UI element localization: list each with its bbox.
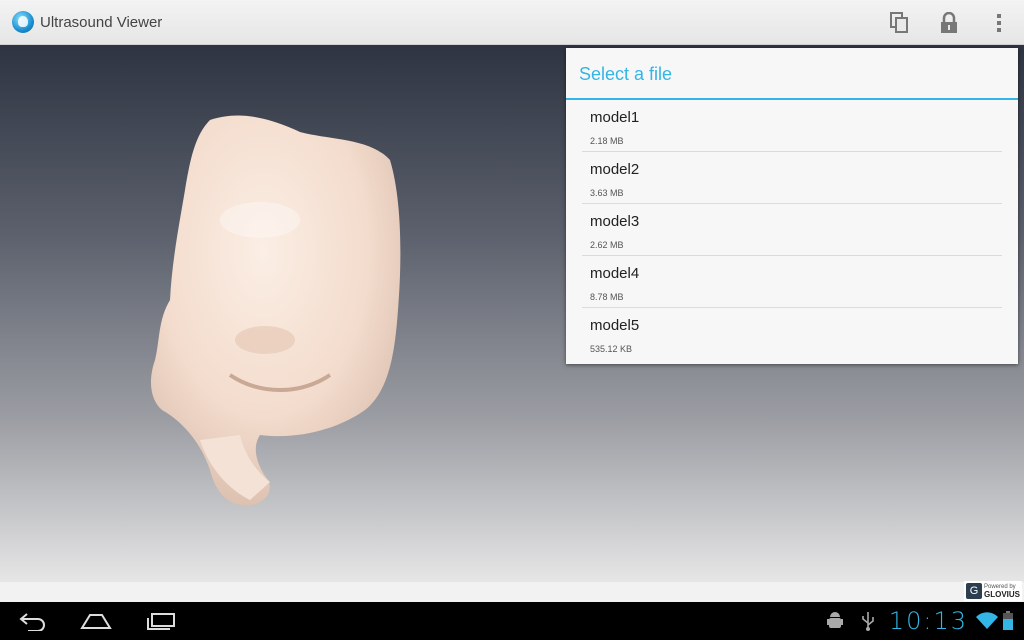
company-name: GLOVIUS	[983, 590, 1020, 599]
file-list: model1 2.18 MB model2 3.63 MB model3 2.6…	[566, 100, 1018, 360]
recent-apps-icon	[147, 613, 175, 630]
copy-button[interactable]	[874, 0, 924, 45]
back-icon	[19, 613, 45, 631]
file-item[interactable]: model2 3.63 MB	[582, 152, 1002, 204]
file-name: model4	[590, 265, 640, 282]
lock-icon	[941, 11, 957, 33]
clock: 10:13	[888, 607, 968, 635]
status-area[interactable]: 10:13	[825, 602, 1024, 640]
ultrasound-face-model[interactable]	[140, 110, 410, 520]
action-bar: Ultrasound Viewer	[0, 0, 1024, 45]
copy-icon	[890, 11, 908, 33]
recent-apps-button[interactable]	[136, 607, 186, 635]
glovius-logo-icon: G	[965, 583, 982, 599]
file-item[interactable]: model1 2.18 MB	[582, 100, 1002, 152]
file-item[interactable]: model4 8.78 MB	[582, 256, 1002, 308]
file-name: model5	[590, 317, 640, 334]
usb-icon	[862, 612, 874, 631]
app-logo-icon[interactable]	[12, 11, 34, 33]
select-file-dialog: Select a file model1 2.18 MB model2 3.63…	[566, 48, 1018, 364]
android-debug-icon	[826, 612, 843, 628]
file-name: model3	[590, 213, 640, 230]
battery-icon	[1003, 611, 1013, 630]
overflow-menu-button[interactable]	[974, 0, 1024, 45]
app-title: Ultrasound Viewer	[40, 13, 163, 31]
home-icon	[80, 614, 112, 629]
file-size: 535.12 KB	[590, 344, 633, 354]
file-name: model1	[590, 109, 640, 126]
viewport-bottom-strip	[0, 582, 1024, 602]
overflow-menu-icon	[997, 13, 1001, 32]
back-button[interactable]	[8, 607, 58, 635]
action-icons	[874, 0, 1024, 45]
file-size: 2.62 MB	[590, 240, 624, 250]
glovius-branding: G Powered by GLOVIUS	[963, 581, 1022, 601]
file-size: 3.63 MB	[590, 188, 624, 198]
file-item[interactable]: model5 535.12 KB	[582, 308, 1002, 360]
file-size: 2.18 MB	[590, 136, 624, 146]
lock-button[interactable]	[924, 0, 974, 45]
home-button[interactable]	[71, 607, 121, 635]
wifi-icon	[976, 612, 998, 629]
file-size: 8.78 MB	[590, 292, 624, 302]
dialog-title: Select a file	[566, 48, 1018, 100]
file-name: model2	[590, 161, 640, 178]
file-item[interactable]: model3 2.62 MB	[582, 204, 1002, 256]
system-nav-bar: 10:13	[0, 602, 1024, 640]
